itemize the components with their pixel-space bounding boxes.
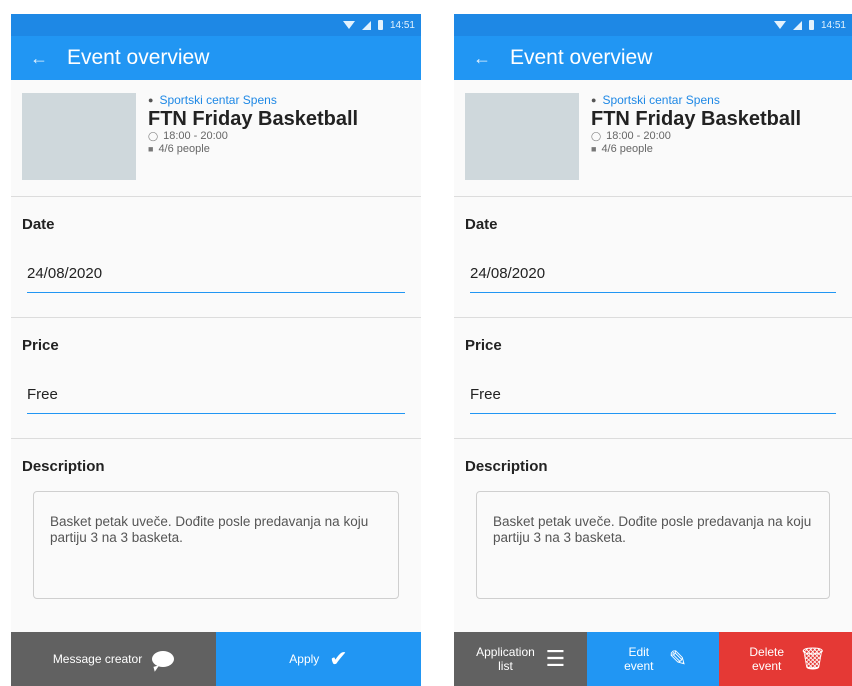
event-time: ◯ 18:00 - 20:00 [148,130,358,143]
chat-bubble-icon [152,651,175,667]
price-field[interactable]: Free [27,386,405,414]
event-location[interactable]: ● Sportski centar Spens [148,93,358,107]
clock-icon: ◯ [591,131,602,141]
event-people-label: 4/6 people [158,143,210,155]
description-label: Description [22,458,105,475]
delete-event-label: Delete event [749,645,785,673]
message-creator-label: Message creator [52,652,143,666]
location-pin-icon: ● [591,95,597,105]
event-time: ◯ 18:00 - 20:00 [591,130,801,143]
status-bar: 14:51 [454,14,852,36]
phone-screen-creator: 14:51 ← Event overview ● Sportski centar… [454,14,852,686]
price-field[interactable]: Free [470,386,836,414]
price-label: Price [465,337,502,354]
date-field[interactable]: 24/08/2020 [27,265,405,293]
price-label: Price [22,337,59,354]
status-time: 14:51 [389,19,415,31]
phone-screen-participant: 14:51 ← Event overview ● Sportski centar… [11,14,421,686]
signal-icon [361,20,371,30]
event-image [465,93,579,180]
clock-icon: ◯ [148,131,159,141]
trash-icon: 🗑 [798,646,827,671]
event-location[interactable]: ● Sportski centar Spens [591,93,801,107]
checkmark-icon: ✔ [329,646,348,671]
wifi-icon [342,21,355,29]
event-people-label: 4/6 people [601,143,653,155]
bottom-action-bar: Application list ☰ Edit event ✎ Delete e… [454,632,852,686]
date-section: Date 24/08/2020 [11,197,421,318]
apply-label: Apply [289,652,320,666]
people-icon: ■ [591,144,597,154]
application-list-label: Application list [476,645,535,673]
location-label: Sportski centar Spens [159,93,277,107]
event-time-label: 18:00 - 20:00 [163,130,228,142]
date-field[interactable]: 24/08/2020 [470,265,836,293]
event-card: ● Sportski centar Spens FTN Friday Baske… [454,80,852,197]
app-bar: ← Event overview [454,36,852,80]
event-title: FTN Friday Basketball [148,108,359,130]
app-bar: ← Event overview [11,36,421,80]
status-bar: 14:51 [11,14,421,36]
description-field[interactable]: Basket petak uveče. Dođite posle predava… [476,491,830,599]
list-icon: ☰ [545,646,566,671]
bottom-action-bar: Message creator Apply ✔ [11,632,421,686]
event-people: ■ 4/6 people [148,143,358,156]
battery-icon [808,20,814,30]
location-pin-icon: ● [148,95,154,105]
page-title: Event overview [67,46,210,69]
status-time: 14:51 [820,19,846,31]
pencil-icon: ✎ [668,646,688,671]
battery-icon [377,20,383,30]
apply-button[interactable]: Apply ✔ [216,632,421,686]
delete-event-button[interactable]: Delete event 🗑 [719,632,852,686]
date-section: Date 24/08/2020 [454,197,852,318]
date-label: Date [465,216,498,233]
description-section: Description Basket petak uveče. Dođite p… [11,439,421,639]
location-label: Sportski centar Spens [602,93,720,107]
description-section: Description Basket petak uveče. Dođite p… [454,439,852,639]
event-image [22,93,136,180]
edit-event-button[interactable]: Edit event ✎ [586,632,720,686]
edit-event-label: Edit event [624,645,654,673]
price-section: Price Free [11,318,421,439]
event-time-label: 18:00 - 20:00 [606,130,671,142]
price-section: Price Free [454,318,852,439]
date-label: Date [22,216,55,233]
description-label: Description [465,458,548,475]
application-list-button[interactable]: Application list ☰ [454,632,587,686]
event-card: ● Sportski centar Spens FTN Friday Baske… [11,80,421,197]
people-icon: ■ [148,144,154,154]
wifi-icon [773,21,786,29]
signal-icon [792,20,802,30]
event-title: FTN Friday Basketball [591,108,802,130]
page-title: Event overview [510,46,653,69]
description-field[interactable]: Basket petak uveče. Dođite posle predava… [33,491,399,599]
event-people: ■ 4/6 people [591,143,801,156]
message-creator-button[interactable]: Message creator [11,632,216,686]
